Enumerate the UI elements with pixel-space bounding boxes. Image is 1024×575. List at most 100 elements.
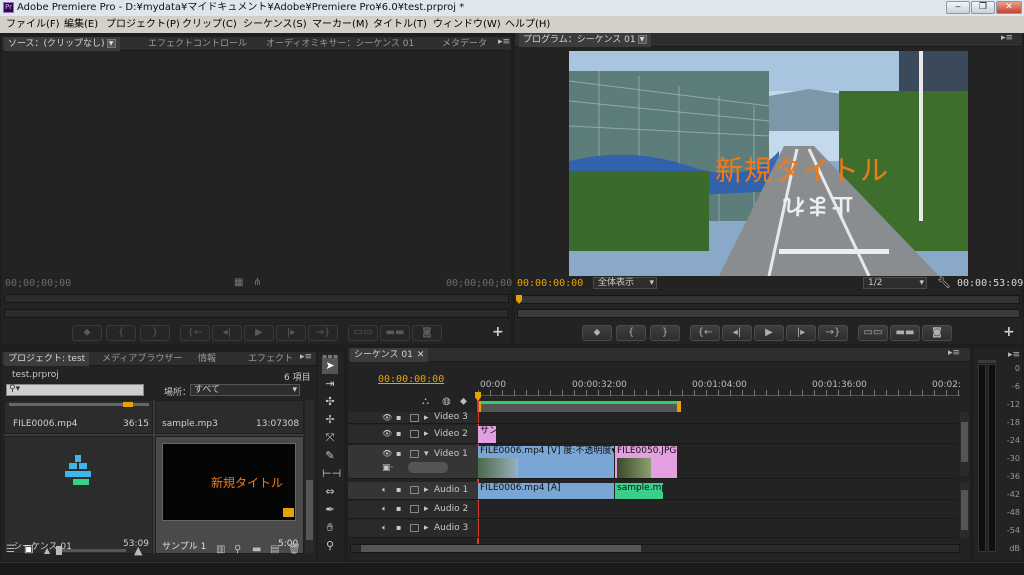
resolution-select[interactable]: 1/2 ▾ <box>863 277 927 289</box>
lock-icon[interactable]: ▪ <box>396 523 401 532</box>
timeline-clip-image[interactable]: FILE0050.JPG <box>615 446 677 478</box>
location-select[interactable]: すべて ▾ <box>190 384 300 396</box>
tab-source[interactable]: ソース：(クリップなし) ▼ <box>4 37 120 51</box>
work-area-bar[interactable] <box>477 401 681 412</box>
tab-sequence-01[interactable]: シーケンス 01 ✕ <box>350 348 429 362</box>
menu-file[interactable]: ファイル(F) <box>6 16 60 33</box>
film-icon[interactable]: ▦ <box>234 277 243 288</box>
timeline-horizontal-scrollbar[interactable] <box>350 544 960 553</box>
project-scrollbar-thumb[interactable] <box>306 480 313 540</box>
find-icon[interactable]: ⚲ <box>234 544 241 555</box>
source-scrubber[interactable] <box>4 294 509 303</box>
source-zoom-bar[interactable] <box>4 309 509 318</box>
tab-media-browser[interactable]: メディアブラウザー <box>102 352 182 366</box>
video-tracks-scrollbar[interactable] <box>960 412 969 476</box>
eye-icon[interactable]: 👁︎ <box>382 413 392 422</box>
speaker-icon[interactable]: 🔈︎ <box>382 504 387 514</box>
lane-audio-2[interactable] <box>478 501 958 519</box>
slider-handle[interactable] <box>56 546 62 555</box>
program-mark-in-button[interactable]: { <box>616 325 646 341</box>
snap-icon[interactable]: ⛬ <box>422 396 429 407</box>
zoom-tool-icon[interactable]: ⚲ <box>322 538 338 554</box>
menu-window[interactable]: ウィンドウ(W) <box>433 16 501 33</box>
source-mark-out-button[interactable]: } <box>140 325 170 341</box>
sync-lock-icon[interactable] <box>410 486 419 494</box>
source-marker-button[interactable]: ⬥ <box>72 325 102 341</box>
icon-view-icon[interactable]: ▣ <box>24 544 33 555</box>
lock-icon[interactable]: ▪ <box>396 429 401 438</box>
source-step-forward-button[interactable]: |▸ <box>276 325 306 341</box>
program-lift-button[interactable]: ▭▭ <box>858 325 888 341</box>
track-expand-icon[interactable]: ▸ <box>424 504 429 514</box>
meter-peak-indicator[interactable] <box>978 360 996 363</box>
timeline-clip-video[interactable]: FILE0006.mp4 [V] 度:不透明度▾ <box>478 446 614 478</box>
panel-menu-icon[interactable]: ▸≡ <box>948 348 960 358</box>
sync-lock-icon[interactable] <box>410 524 419 532</box>
pen-tool-icon[interactable]: ✒ <box>322 502 338 518</box>
rolling-edit-tool-icon[interactable]: ✢ <box>322 412 338 428</box>
tab-project[interactable]: プロジェクト: test <box>4 352 90 366</box>
keyframe-toggle[interactable] <box>408 462 448 473</box>
scrollbar-thumb[interactable] <box>961 490 968 530</box>
timeline-ruler[interactable]: 00:00 00:00:32:00 00:01:04:00 00:01:36:0… <box>478 378 961 396</box>
source-export-frame-button[interactable]: ◙ <box>412 325 442 341</box>
program-video-frame[interactable]: 止まれ 新規タイトル <box>569 51 968 276</box>
marker-icon[interactable]: ⬥ <box>460 396 467 407</box>
rate-stretch-tool-icon[interactable]: ⤧ <box>322 430 338 446</box>
chevron-down-icon[interactable]: ▼ <box>637 35 647 44</box>
program-mark-out-button[interactable]: } <box>650 325 680 341</box>
list-item[interactable]: 新規タイトル サンプル 1 5:00 <box>155 436 304 554</box>
lane-audio-1[interactable]: FILE0006.mp4 [A] sample.mp <box>478 482 958 500</box>
program-marker-button[interactable]: ⬥ <box>582 325 612 341</box>
work-area-end-handle[interactable] <box>677 401 681 412</box>
program-step-back-button[interactable]: ◂| <box>722 325 752 341</box>
track-expand-icon[interactable]: ▸ <box>424 413 429 423</box>
sync-lock-icon[interactable] <box>410 505 419 513</box>
program-goto-in-button[interactable]: {← <box>690 325 720 341</box>
new-item-icon[interactable]: ▤ <box>270 544 279 555</box>
sync-lock-icon[interactable] <box>410 450 419 458</box>
timeline-clip-title[interactable]: サン <box>478 426 496 443</box>
tab-effects[interactable]: エフェクト <box>248 352 293 366</box>
program-timecode-current[interactable]: 00:00:00:00 <box>517 278 583 289</box>
scrollbar-thumb[interactable] <box>361 545 641 552</box>
source-mark-in-button[interactable]: { <box>106 325 136 341</box>
panel-menu-icon[interactable]: ▸≡ <box>300 352 312 362</box>
source-overwrite-button[interactable]: ▬▬ <box>380 325 410 341</box>
eye-icon[interactable]: 👁︎ <box>382 449 392 458</box>
minimize-button[interactable]: ‒ <box>946 1 970 14</box>
menu-marker[interactable]: マーカー(M) <box>312 16 368 33</box>
chevron-down-icon[interactable]: ▼ <box>106 39 116 48</box>
new-bin-icon[interactable]: ▬ <box>252 544 261 555</box>
track-expand-icon[interactable]: ▸ <box>424 429 429 439</box>
audio-tracks-scrollbar[interactable] <box>960 482 969 538</box>
sync-lock-icon[interactable] <box>410 430 419 438</box>
menu-project[interactable]: プロジェクト(P) <box>106 16 180 33</box>
source-insert-button[interactable]: ▭▭ <box>348 325 378 341</box>
speaker-icon[interactable]: 🔈︎ <box>382 485 387 495</box>
program-add-button-icon[interactable]: + <box>1003 324 1015 340</box>
audio-wave-icon[interactable]: ⋔ <box>253 277 261 288</box>
slide-tool-icon[interactable]: ⇔ <box>322 484 338 500</box>
program-step-forward-button[interactable]: |▸ <box>786 325 816 341</box>
lock-icon[interactable]: ▪ <box>396 504 401 513</box>
lock-icon[interactable]: ▪ <box>396 413 401 422</box>
tab-audio-mixer[interactable]: オーディオミキサー：シーケンス 01 <box>266 37 414 51</box>
automate-icon[interactable]: ▥ <box>216 544 225 555</box>
program-play-button[interactable]: ▶ <box>754 325 784 341</box>
slip-tool-icon[interactable]: ⊢⊣ <box>322 466 341 482</box>
tab-metadata[interactable]: メタデータ <box>442 37 487 51</box>
lane-video-2[interactable]: サン <box>478 425 958 444</box>
lock-icon[interactable]: ▪ <box>396 449 401 458</box>
razor-tool-icon[interactable]: ✎ <box>322 448 338 464</box>
menu-title[interactable]: タイトル(T) <box>373 16 427 33</box>
project-search-input[interactable]: ⚲▾ <box>6 384 144 396</box>
selection-tool-icon[interactable]: ➤ <box>322 358 338 374</box>
hand-tool-icon[interactable]: ✋︎ <box>322 520 338 536</box>
close-button[interactable]: ✕ <box>996 1 1022 14</box>
program-goto-out-button[interactable]: →} <box>818 325 848 341</box>
close-icon[interactable]: ✕ <box>417 350 425 360</box>
tab-info[interactable]: 情報 <box>198 352 216 366</box>
trash-icon[interactable]: 🗑︎ <box>288 544 301 555</box>
source-step-back-button[interactable]: ◂| <box>212 325 242 341</box>
